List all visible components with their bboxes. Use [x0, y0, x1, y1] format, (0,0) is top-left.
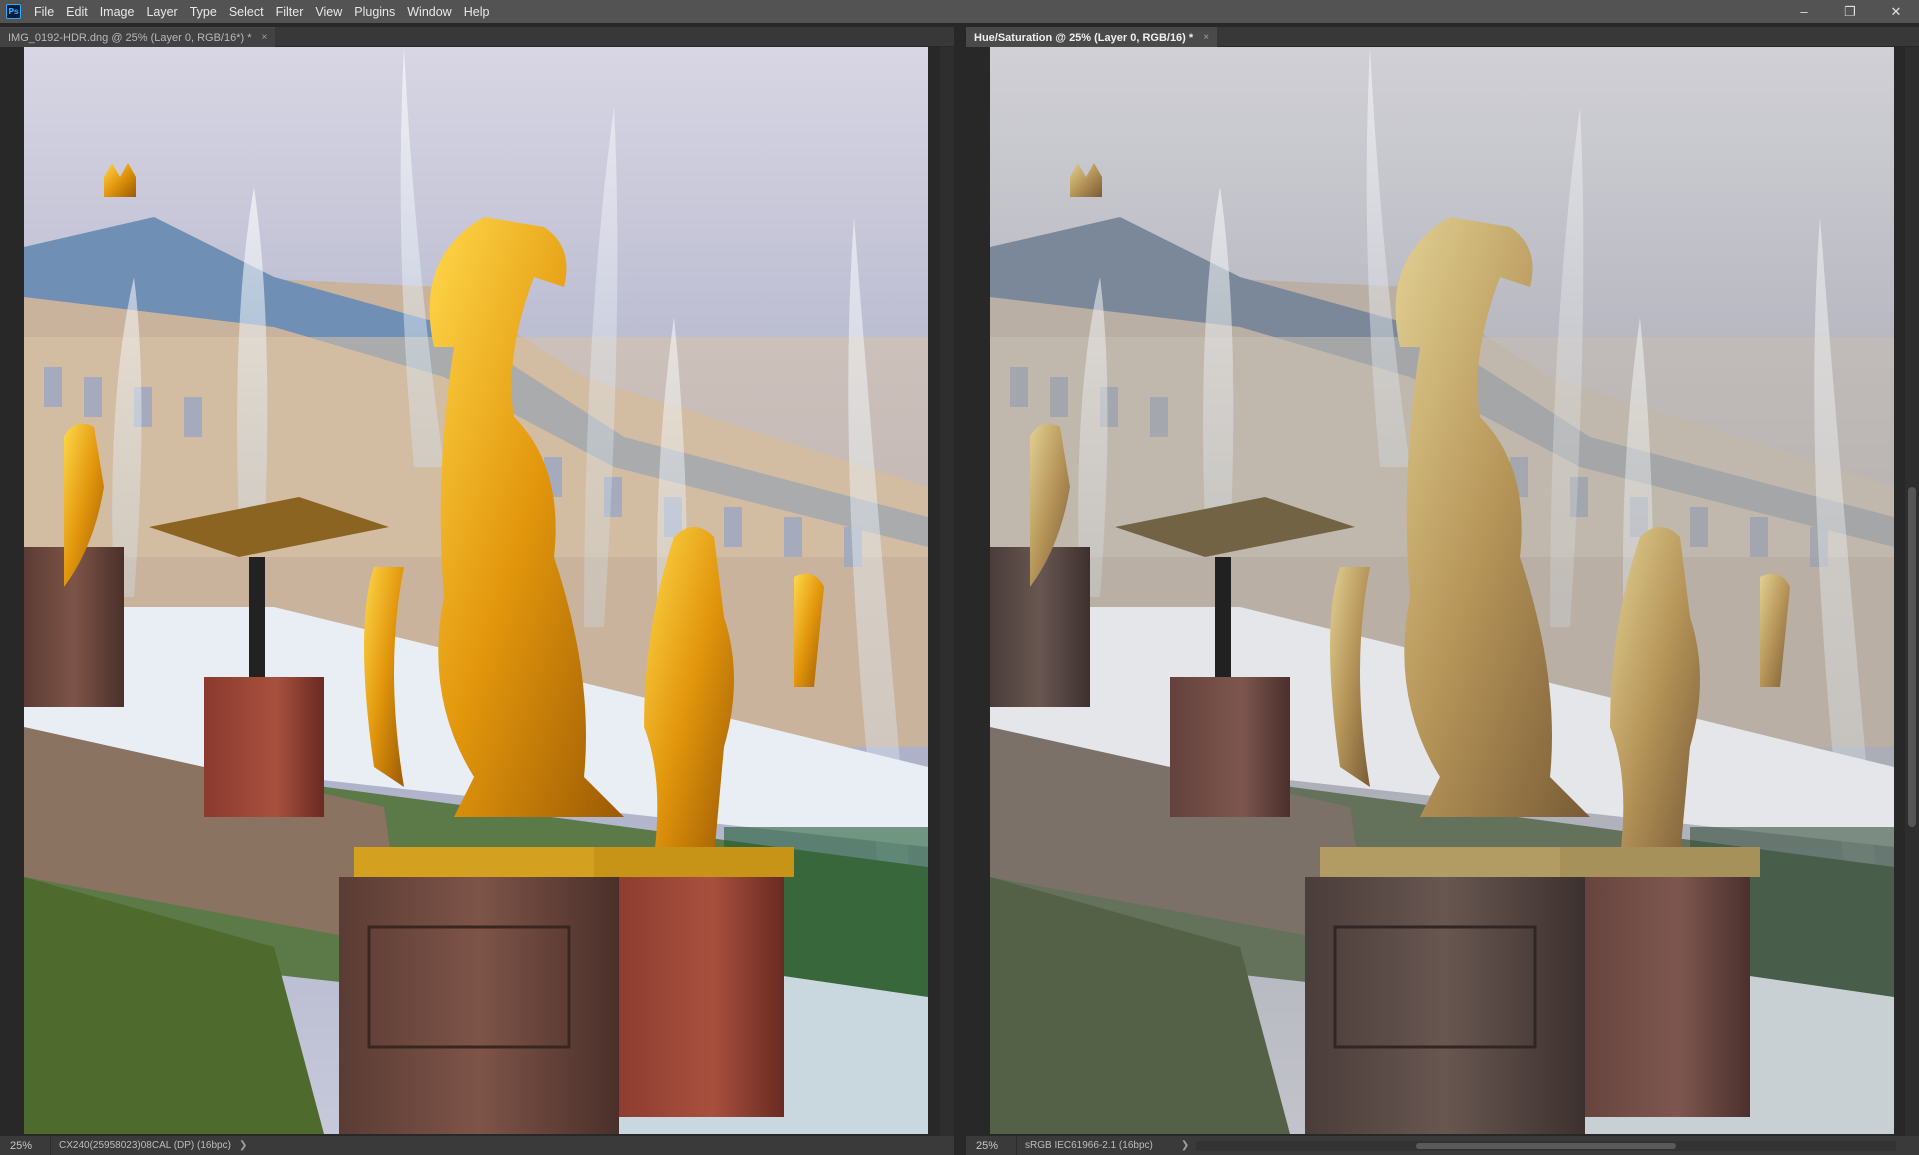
- menu-view[interactable]: View: [309, 0, 348, 23]
- photo-canvas: [24, 47, 928, 1134]
- document-window-original: IMG_0192-HDR.dng @ 25% (Layer 0, RGB/16*…: [0, 27, 954, 1155]
- photo-canvas: [990, 47, 1894, 1134]
- color-profile: sRGB IEC61966-2.1 (16bpc): [1025, 1140, 1153, 1151]
- vertical-scrollbar[interactable]: [940, 47, 954, 1136]
- close-window-button[interactable]: ✕: [1873, 0, 1919, 23]
- menu-type[interactable]: Type: [184, 0, 223, 23]
- close-tab-icon[interactable]: ×: [262, 32, 268, 43]
- menu-layer[interactable]: Layer: [140, 0, 183, 23]
- photoshop-logo-icon[interactable]: Ps: [6, 4, 21, 19]
- canvas-area[interactable]: [966, 47, 1919, 1136]
- horizontal-scroll-thumb[interactable]: [1416, 1143, 1676, 1149]
- menu-edit[interactable]: Edit: [60, 0, 94, 23]
- menu-window[interactable]: Window: [401, 0, 457, 23]
- tab-document-original[interactable]: IMG_0192-HDR.dng @ 25% (Layer 0, RGB/16*…: [0, 27, 276, 47]
- status-menu-icon[interactable]: ❯: [1153, 1140, 1189, 1151]
- document-window-hue-saturation: Hue/Saturation @ 25% (Layer 0, RGB/16) *…: [966, 27, 1919, 1155]
- tab-document-hue-saturation[interactable]: Hue/Saturation @ 25% (Layer 0, RGB/16) *…: [966, 27, 1218, 47]
- zoom-level[interactable]: 25%: [0, 1136, 51, 1155]
- maximize-button[interactable]: ❐: [1827, 0, 1873, 23]
- tab-title: Hue/Saturation @ 25% (Layer 0, RGB/16) *: [974, 31, 1194, 44]
- status-menu-icon[interactable]: ❯: [231, 1140, 247, 1151]
- close-tab-icon[interactable]: ×: [1203, 32, 1209, 43]
- horizontal-scrollbar[interactable]: [1196, 1141, 1896, 1151]
- menu-filter[interactable]: Filter: [270, 0, 310, 23]
- canvas-area[interactable]: [0, 47, 954, 1136]
- status-bar: 25% sRGB IEC61966-2.1 (16bpc) ❯: [966, 1136, 1919, 1155]
- menu-image[interactable]: Image: [94, 0, 141, 23]
- vertical-scrollbar[interactable]: [1905, 47, 1919, 1136]
- menu-plugins[interactable]: Plugins: [348, 0, 401, 23]
- status-bar: 25% CX240(25958023)08CAL (DP) (16bpc) ❯: [0, 1136, 954, 1155]
- menu-select[interactable]: Select: [223, 0, 270, 23]
- menu-help[interactable]: Help: [458, 0, 496, 23]
- menu-file[interactable]: File: [28, 0, 60, 23]
- tab-title: IMG_0192-HDR.dng @ 25% (Layer 0, RGB/16*…: [8, 31, 252, 44]
- vertical-scroll-thumb[interactable]: [1908, 487, 1916, 827]
- zoom-level[interactable]: 25%: [966, 1136, 1017, 1155]
- minimize-button[interactable]: –: [1781, 0, 1827, 23]
- color-profile: CX240(25958023)08CAL (DP) (16bpc): [59, 1140, 231, 1151]
- menu-bar: Ps File Edit Image Layer Type Select Fil…: [0, 0, 1919, 23]
